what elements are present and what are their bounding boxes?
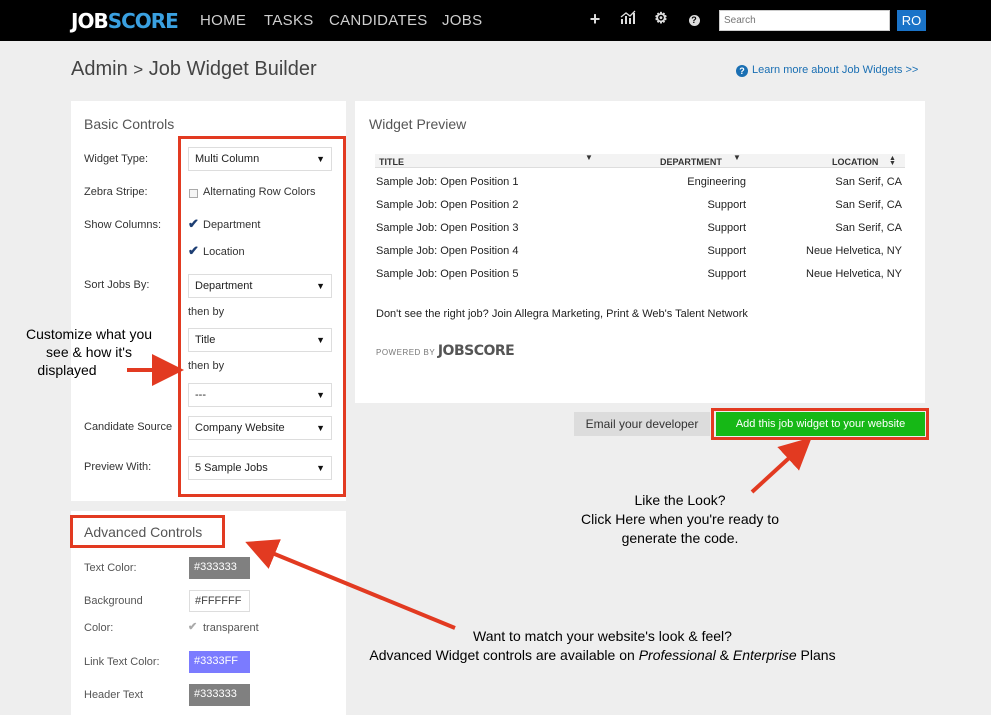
arrow-to-add-button xyxy=(750,437,812,494)
arrow-to-advanced-controls xyxy=(245,539,456,630)
annotation-arrows xyxy=(127,354,812,630)
